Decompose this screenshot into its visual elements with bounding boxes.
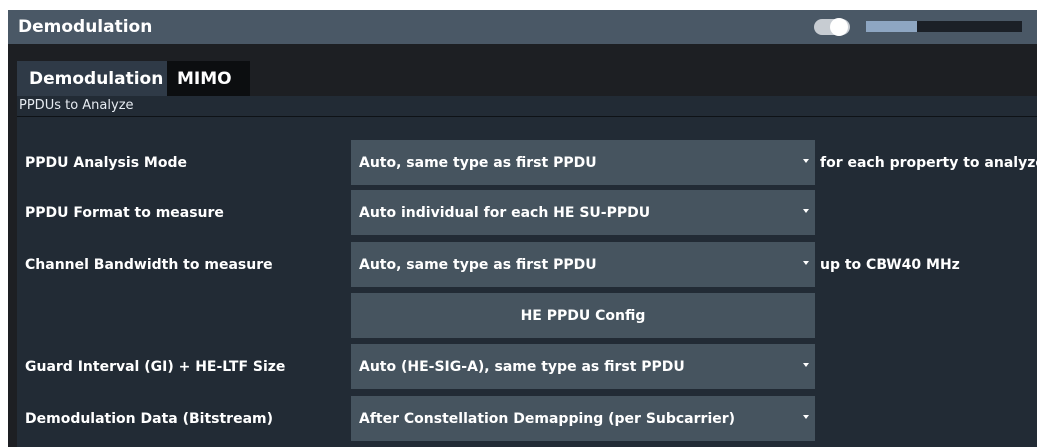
panel-toggle-switch[interactable]: [814, 18, 850, 36]
guard-interval-dropdown[interactable]: Auto (HE-SIG-A), same type as first PPDU: [351, 344, 815, 389]
toggle-knob: [830, 18, 848, 36]
demodulation-data-dropdown[interactable]: After Constellation Demapping (per Subca…: [351, 396, 815, 441]
channel-bandwidth-label: Channel Bandwidth to measure: [25, 256, 273, 273]
ppdu-analysis-mode-dropdown[interactable]: Auto, same type as first PPDU: [351, 140, 815, 185]
demodulation-data-value: After Constellation Demapping (per Subca…: [359, 410, 736, 427]
chevron-down-icon: [803, 261, 809, 265]
channel-bandwidth-value: Auto, same type as first PPDU: [359, 256, 597, 273]
chevron-down-icon: [803, 159, 809, 163]
he-ppdu-config-button[interactable]: HE PPDU Config: [351, 293, 815, 338]
demodulation-dialog: Demodulation Demodulation MIMO PPDUs to …: [8, 10, 1037, 447]
ppdus-to-analyze-section: PPDUs to Analyze PPDU Analysis Mode Auto…: [17, 96, 1037, 447]
chevron-down-icon: [803, 363, 809, 367]
chevron-down-icon: [803, 415, 809, 419]
tab-demodulation[interactable]: Demodulation: [17, 61, 167, 96]
guard-interval-label: Guard Interval (GI) + HE-LTF Size: [25, 358, 286, 375]
section-title: PPDUs to Analyze: [19, 98, 134, 113]
analysis-mode-note: for each property to analyze: [820, 154, 1037, 171]
demodulation-data-label: Demodulation Data (Bitstream): [25, 410, 274, 427]
ppdu-analysis-mode-value: Auto, same type as first PPDU: [359, 154, 597, 171]
ppdu-format-value: Auto individual for each HE SU-PPDU: [359, 204, 651, 221]
bandwidth-note: up to CBW40 MHz: [820, 256, 960, 273]
level-slider[interactable]: [866, 21, 1022, 32]
channel-bandwidth-dropdown[interactable]: Auto, same type as first PPDU: [351, 242, 815, 287]
guard-interval-value: Auto (HE-SIG-A), same type as first PPDU: [359, 358, 685, 375]
tab-mimo[interactable]: MIMO: [167, 61, 250, 96]
dialog-titlebar: Demodulation: [8, 10, 1037, 44]
ppdu-analysis-mode-label: PPDU Analysis Mode: [25, 154, 187, 171]
ppdu-format-dropdown[interactable]: Auto individual for each HE SU-PPDU: [351, 190, 815, 235]
section-divider: [17, 116, 1037, 117]
dialog-title: Demodulation: [18, 17, 153, 37]
level-slider-fill: [866, 21, 918, 32]
chevron-down-icon: [803, 209, 809, 213]
ppdu-format-label: PPDU Format to measure: [25, 204, 224, 221]
